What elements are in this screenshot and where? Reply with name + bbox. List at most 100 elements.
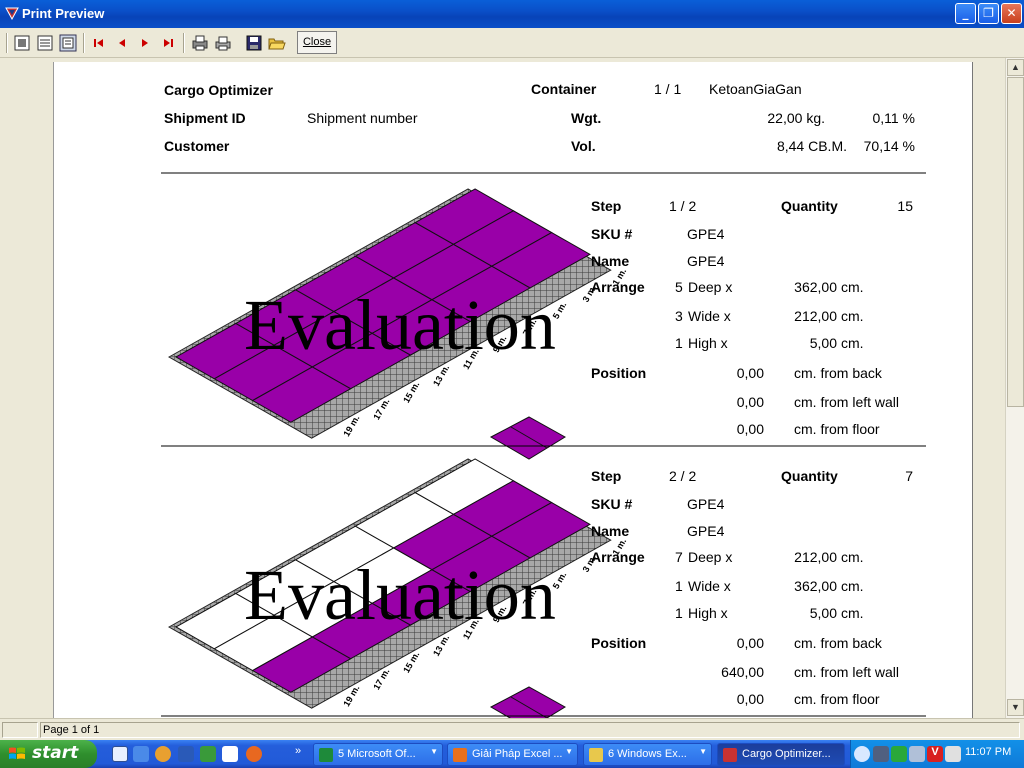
document-icon[interactable]: [222, 746, 238, 762]
deep-label: Deep x: [688, 279, 732, 295]
report-page: Cargo Optimizer Container 1 / 1 KetoanGi…: [53, 62, 973, 718]
high-label: High x: [688, 605, 728, 621]
chrome-icon[interactable]: [155, 746, 171, 762]
high-label: High x: [688, 335, 728, 351]
orientation-preview: [489, 416, 566, 460]
wide-count: 1: [675, 578, 683, 594]
high-value: 5,00: [810, 605, 837, 621]
scroll-thumb[interactable]: [1007, 77, 1024, 407]
scroll-up-button[interactable]: ▲: [1007, 59, 1024, 76]
status-bar: Page 1 of 1: [0, 718, 1024, 740]
position-left-value: 640,00: [721, 664, 764, 680]
task-label: Cargo Optimizer...: [742, 748, 831, 760]
name-value: GPE4: [687, 523, 725, 539]
step-label: Step: [591, 468, 621, 484]
task-label: Giải Pháp Excel ...: [472, 748, 563, 760]
high-count: 1: [675, 605, 683, 621]
chevron-down-icon: ▼: [699, 747, 707, 756]
wide-unit: cm.: [841, 578, 864, 594]
arrow-down-icon: ▼: [1011, 702, 1020, 712]
open-folder-icon[interactable]: [268, 34, 286, 52]
step-value: 2 / 2: [669, 468, 696, 484]
play-icon[interactable]: [891, 746, 907, 762]
toolbar-separator: [83, 33, 85, 53]
weight-value: 22,00 kg.: [767, 110, 825, 126]
position-back-label: cm. from back: [794, 365, 883, 381]
deep-value: 212,00: [794, 549, 837, 565]
wide-value: 362,00: [794, 578, 837, 594]
close-icon: ✕: [1006, 6, 1017, 20]
previous-page-icon[interactable]: [113, 34, 131, 52]
print-icon[interactable]: [214, 34, 232, 52]
taskbar-button[interactable]: 6 Windows Ex... ▼: [583, 743, 712, 766]
page-view-icon[interactable]: [13, 34, 31, 52]
ie-icon[interactable]: [112, 746, 128, 762]
volume-icon[interactable]: [945, 746, 961, 762]
step-block: 1 m.3 m.5 m.7 m.9 m.11 m.13 m.15 m.17 m.…: [161, 188, 926, 460]
customer-label: Customer: [164, 138, 230, 154]
volume-percent: 70,14 %: [864, 138, 915, 154]
last-page-icon[interactable]: [159, 34, 177, 52]
minimize-icon: _: [962, 6, 969, 20]
quantity-label: Quantity: [781, 198, 838, 214]
toolbar-grip: [6, 33, 8, 53]
name-label: Name: [591, 523, 629, 539]
firefox-icon[interactable]: [246, 746, 262, 762]
position-floor-label: cm. from floor: [794, 691, 880, 707]
close-button[interactable]: Close: [297, 31, 337, 54]
deep-count: 7: [675, 549, 683, 565]
quantity-value: 7: [905, 468, 913, 484]
task-label: 6 Windows Ex...: [608, 748, 687, 760]
app-name: Cargo Optimizer: [164, 82, 273, 98]
volume-value: 8,44 CB.M.: [777, 138, 847, 154]
scroll-down-button[interactable]: ▼: [1007, 699, 1024, 716]
sku-label: SKU #: [591, 226, 632, 242]
position-back-value: 0,00: [737, 365, 764, 381]
clock: 11:07 PM: [965, 746, 1012, 758]
taskbar-button[interactable]: Giải Pháp Excel ... ▼: [447, 743, 578, 766]
sku-value: GPE4: [687, 496, 725, 512]
minimize-button[interactable]: _: [955, 3, 976, 24]
next-page-icon[interactable]: [136, 34, 154, 52]
quicklaunch-overflow-icon[interactable]: »: [295, 745, 301, 757]
sku-label: SKU #: [591, 496, 632, 512]
chevron-down-icon: ▼: [565, 747, 573, 756]
task-app-icon: [319, 748, 333, 762]
close-window-button[interactable]: ✕: [1001, 3, 1022, 24]
vertical-scrollbar[interactable]: ▲ ▼: [1005, 58, 1024, 718]
maximize-button[interactable]: ❐: [978, 3, 999, 24]
quantity-value: 15: [897, 198, 913, 214]
step-block: 1 m.3 m.5 m.7 m.9 m.11 m.13 m.15 m.17 m.…: [161, 458, 926, 718]
container-index: 1 / 1: [654, 81, 681, 97]
messenger-icon[interactable]: [200, 746, 216, 762]
monitor-icon[interactable]: [909, 746, 925, 762]
deep-unit: cm.: [841, 549, 864, 565]
save-icon[interactable]: [245, 34, 263, 52]
first-page-icon[interactable]: [90, 34, 108, 52]
deep-unit: cm.: [841, 279, 864, 295]
antivirus-icon[interactable]: V: [927, 746, 943, 762]
whole-page-icon[interactable]: [59, 34, 77, 52]
weight-percent: 0,11 %: [872, 110, 915, 126]
network-icon[interactable]: [873, 746, 889, 762]
taskbar-button[interactable]: 5 Microsoft Of... ▼: [313, 743, 443, 766]
print-setup-icon[interactable]: [191, 34, 209, 52]
high-unit: cm.: [841, 605, 864, 621]
restore-icon: ❐: [983, 6, 994, 20]
word-icon[interactable]: [178, 746, 194, 762]
wide-unit: cm.: [841, 308, 864, 324]
position-floor-label: cm. from floor: [794, 421, 880, 437]
report-canvas: Cargo Optimizer Container 1 / 1 KetoanGi…: [161, 81, 926, 718]
toolbar-separator: [183, 33, 185, 53]
page-width-icon[interactable]: [36, 34, 54, 52]
app-icon: [5, 7, 19, 20]
start-button[interactable]: start: [0, 740, 97, 768]
taskbar-button[interactable]: Cargo Optimizer...: [717, 743, 845, 766]
step-value: 1 / 2: [669, 198, 696, 214]
deep-count: 5: [675, 279, 683, 295]
toolbar: Close: [0, 28, 1024, 58]
step-label: Step: [591, 198, 621, 214]
page-indicator: Page 1 of 1: [43, 724, 100, 736]
tray-expand-icon[interactable]: [854, 746, 870, 762]
ie-alt-icon[interactable]: [133, 746, 149, 762]
